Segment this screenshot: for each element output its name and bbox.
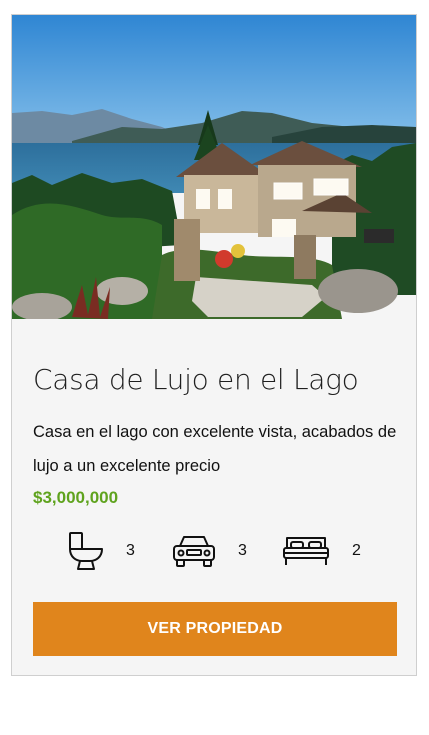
parking-count: 3 <box>238 542 247 559</box>
view-property-button[interactable]: VER PROPIEDAD <box>33 602 397 656</box>
toilet-icon <box>69 532 103 570</box>
property-description: Casa en el lago con excelente vista, aca… <box>33 423 397 475</box>
property-features: 3 3 2 <box>12 529 416 573</box>
bathrooms-count: 3 <box>126 542 135 559</box>
feature-parking: 3 <box>172 529 247 573</box>
property-title: Casa de Lujo en el Lago <box>33 363 359 396</box>
property-photo <box>12 15 416 319</box>
property-card: Casa de Lujo en el Lago Casa en el lago … <box>11 14 417 676</box>
bed-icon <box>283 537 329 565</box>
bedrooms-count: 2 <box>352 542 361 559</box>
feature-bedrooms: 2 <box>282 529 361 573</box>
property-price: $3,000,000 <box>33 488 119 507</box>
car-icon <box>173 536 215 567</box>
feature-bathrooms: 3 <box>68 529 135 573</box>
